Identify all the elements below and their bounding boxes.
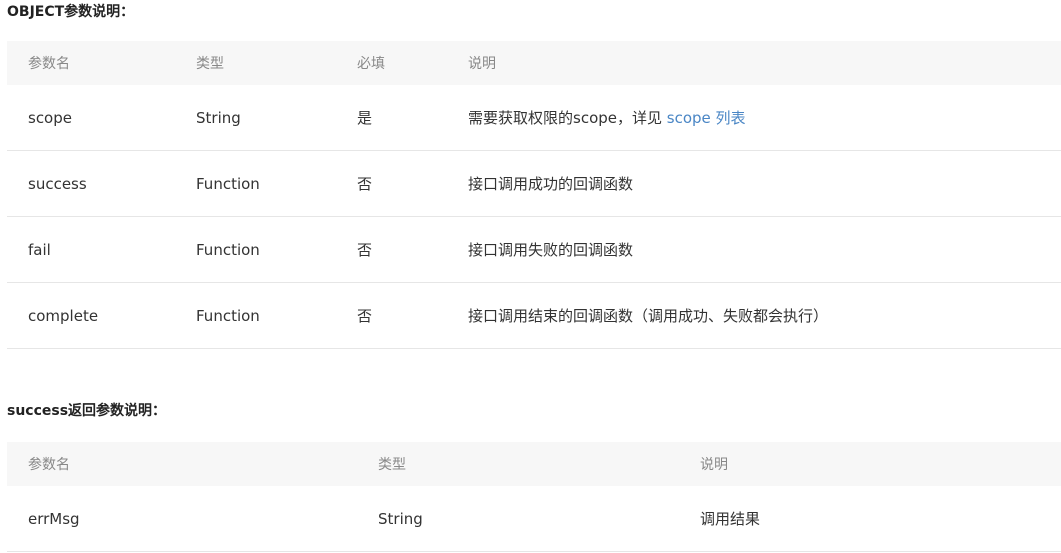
table-row: errMsg String 调用结果 xyxy=(7,486,1061,552)
header-type: 类型 xyxy=(357,442,679,486)
param-name: fail xyxy=(7,216,175,283)
param-required: 否 xyxy=(336,150,447,217)
header-param-name: 参数名 xyxy=(7,41,175,85)
success-return-params-table: 参数名 类型 说明 errMsg String 调用结果 xyxy=(7,442,1061,552)
table-row: complete Function 否 接口调用结束的回调函数（调用成功、失败都… xyxy=(7,282,1061,349)
table-row: scope String 是 需要获取权限的scope，详见 scope 列表 xyxy=(7,85,1061,151)
success-return-params-title: success返回参数说明： xyxy=(7,403,167,419)
param-type: String xyxy=(175,85,336,151)
param-required: 是 xyxy=(336,85,447,151)
header-required: 必填 xyxy=(336,41,447,85)
param-description: 接口调用结束的回调函数（调用成功、失败都会执行） xyxy=(447,282,1061,349)
param-name: success xyxy=(7,150,175,217)
param-type: String xyxy=(357,486,679,552)
param-name: scope xyxy=(7,85,175,151)
param-name: errMsg xyxy=(7,486,357,552)
header-description: 说明 xyxy=(679,442,1061,486)
table-row: fail Function 否 接口调用失败的回调函数 xyxy=(7,216,1061,283)
object-params-title: OBJECT参数说明： xyxy=(7,4,135,20)
param-description: 需要获取权限的scope，详见 scope 列表 xyxy=(447,85,1061,151)
header-type: 类型 xyxy=(175,41,336,85)
table-row: success Function 否 接口调用成功的回调函数 xyxy=(7,150,1061,217)
param-type: Function xyxy=(175,216,336,283)
param-description: 接口调用成功的回调函数 xyxy=(447,150,1061,217)
header-param-name: 参数名 xyxy=(7,442,357,486)
param-type: Function xyxy=(175,282,336,349)
param-description: 接口调用失败的回调函数 xyxy=(447,216,1061,283)
param-name: complete xyxy=(7,282,175,349)
table-header-row: 参数名 类型 说明 xyxy=(7,442,1061,486)
object-params-table: 参数名 类型 必填 说明 scope String 是 需要获取权限的scope… xyxy=(7,41,1061,349)
scope-list-link[interactable]: scope 列表 xyxy=(667,109,746,127)
param-description: 调用结果 xyxy=(679,486,1061,552)
param-description-text: 需要获取权限的scope，详见 xyxy=(468,109,662,127)
param-type: Function xyxy=(175,150,336,217)
header-description: 说明 xyxy=(447,41,1061,85)
param-required: 否 xyxy=(336,282,447,349)
table-header-row: 参数名 类型 必填 说明 xyxy=(7,41,1061,85)
param-required: 否 xyxy=(336,216,447,283)
